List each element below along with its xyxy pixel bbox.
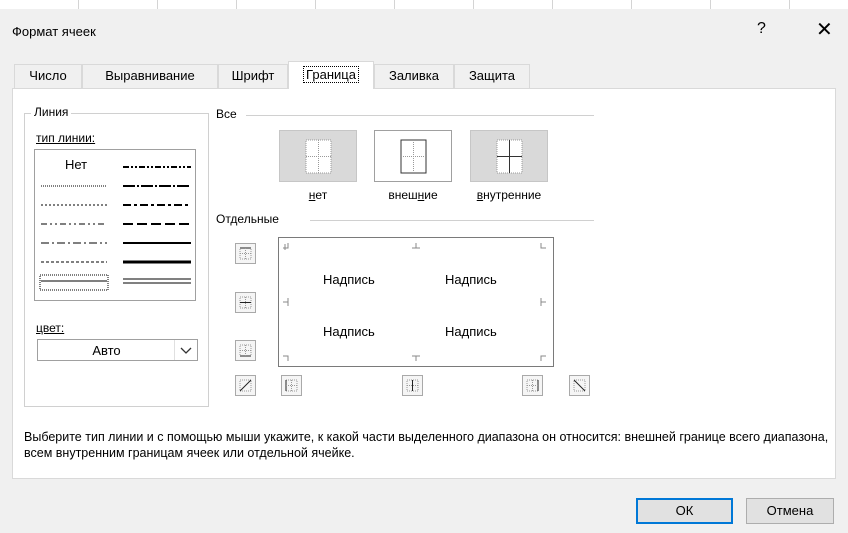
border-left-icon [285,379,298,392]
border-bottom-icon [239,344,252,357]
preset-outline-label: внешние [368,188,458,202]
preset-inside-icon [496,139,523,174]
tab-number[interactable]: Число [14,64,82,88]
border-right-icon [526,379,539,392]
preview-text-top-right: Надпись [445,272,497,287]
tab-protection[interactable]: Защита [454,64,530,88]
preview-text-bottom-left: Надпись [323,324,375,339]
border-right-button[interactable] [522,375,543,396]
tab-border[interactable]: Граница [288,61,374,89]
preset-outline-icon [400,139,427,174]
line-style-label: тип линии: [36,131,95,145]
border-bottom-button[interactable] [235,340,256,361]
preview-text-top-left: Надпись [323,272,375,287]
line-group-legend: Линия [31,105,72,119]
preset-none-button[interactable] [279,130,357,182]
border-separator [310,220,594,221]
preset-none-icon [305,139,332,174]
preset-outline-button[interactable] [374,130,452,182]
label-part: ет [315,188,328,202]
close-button[interactable]: ✕ [816,17,833,42]
label-part: нутренние [483,188,542,202]
help-button[interactable]: ? [757,20,766,38]
presets-separator [246,115,594,116]
tab-label: Выравнивание [105,68,195,83]
preset-none-label: нет [279,188,357,202]
chevron-down-icon[interactable] [174,340,197,360]
preview-corner-marks [283,243,546,361]
border-left-button[interactable] [281,375,302,396]
border-inside-horizontal-icon [239,296,252,309]
line-style-label-text: тип линии: [36,131,96,145]
border-top-icon [239,247,252,260]
tab-label: Граница [303,66,359,83]
border-inside-vertical-icon [406,379,419,392]
label-part: внеш [388,188,418,202]
tab-label: Шрифт [231,68,275,83]
line-style-list[interactable]: Нет [34,149,196,301]
ok-button[interactable]: ОК [636,498,733,524]
diagonal-down-icon [573,379,586,392]
border-inside-horizontal-button[interactable] [235,292,256,313]
tab-label: Число [29,68,67,83]
color-value: Авто [92,343,121,358]
border-diagonal-up-button[interactable] [235,375,256,396]
color-label: цвет: [36,321,64,335]
cancel-button[interactable]: Отмена [746,498,834,524]
sheet-background-strip [0,0,848,9]
border-diagonal-down-button[interactable] [569,375,590,396]
color-dropdown[interactable]: Авто [37,339,198,361]
dialog-title: Формат ячеек [12,24,96,39]
border-inside-vertical-button[interactable] [402,375,423,396]
presets-legend: Все [216,107,240,121]
tab-fill[interactable]: Заливка [374,64,454,88]
label-part: ие [424,188,438,202]
preview-text-bottom-right: Надпись [445,324,497,339]
preset-inside-label: внутренние [461,188,557,202]
preset-inside-button[interactable] [470,130,548,182]
color-label-text: цвет: [36,321,65,335]
diagonal-up-icon [239,379,252,392]
line-style-samples[interactable] [35,150,195,300]
border-top-button[interactable] [235,243,256,264]
border-legend: Отдельные [216,212,282,226]
tab-label: Заливка [388,68,440,83]
tab-label: Защита [468,68,516,83]
tab-font[interactable]: Шрифт [218,64,288,88]
border-preview[interactable]: Надпись Надпись Надпись Надпись [278,237,554,367]
description-text: Выберите тип линии и с помощью мыши укаж… [24,430,829,460]
tab-alignment[interactable]: Выравнивание [82,64,218,88]
